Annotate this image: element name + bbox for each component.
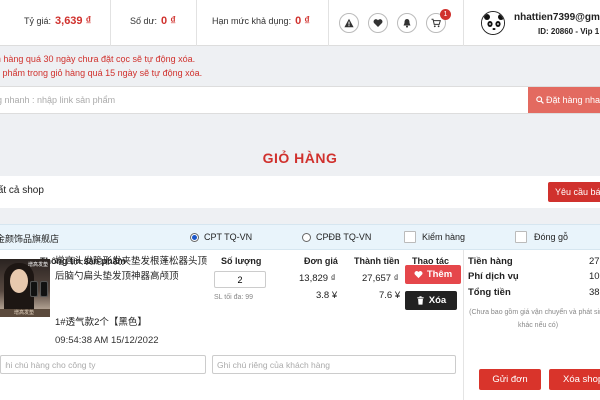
user-name[interactable]: nhattien7399@gmail — [514, 12, 600, 23]
shop-header: 金颜饰品旗舰店 CPT TQ-VN CPĐB TQ-VN Kiểm hàng Đ… — [0, 224, 600, 250]
total-amount-value: 38 — [589, 287, 600, 298]
divider — [463, 0, 464, 46]
checkbox-inspect[interactable] — [404, 231, 416, 243]
cart-icon[interactable]: 1 — [426, 9, 451, 33]
cart-count-badge: 1 — [440, 9, 451, 20]
send-order-button[interactable]: Gửi đơn — [479, 369, 541, 390]
heart-icon[interactable] — [368, 13, 388, 33]
checkbox-wood-packing[interactable] — [515, 231, 527, 243]
goods-amount-label: Tiền hàng — [468, 256, 513, 267]
option-cpdb-label: CPĐB TQ-VN — [316, 232, 372, 242]
notice-deposit: ơn hàng quá 30 ngày chưa đặt cọc sẽ tự đ… — [0, 54, 196, 64]
option-cpt-label: CPT TQ-VN — [204, 232, 253, 242]
thumbnail-tag: 增高发垫 — [28, 262, 49, 268]
balance-value: 0 ₫ — [161, 15, 176, 27]
heart-icon — [414, 271, 423, 279]
col-header-unit-price: Đơn giá — [304, 256, 338, 266]
product-added-time: 09:54:38 AM 15/12/2022 — [55, 335, 159, 346]
credit-limit-label: Hạn mức khả dụng: — [212, 16, 292, 26]
delete-item-button[interactable]: Xóa — [405, 291, 457, 310]
product-title[interactable]: 增高头发隐形发夹垫发根蓬松器头顶后脑勺扁头垫发顶神器高颅顶 — [55, 254, 207, 284]
radio-cpdb[interactable] — [302, 233, 311, 242]
exchange-rate-value: 3,639 ₫ — [55, 15, 92, 27]
quick-order-bar: Đặt hàng nha — [0, 86, 600, 114]
total-amount-label: Tổng tiền — [468, 287, 511, 298]
request-button[interactable]: Yêu cầu bá — [548, 182, 600, 202]
panda-avatar-icon — [482, 12, 504, 34]
unit-price-vnd: 13,829 ₫ — [299, 273, 336, 284]
goods-amount-value: 27 — [589, 256, 600, 267]
total-price-vnd: 27,657 ₫ — [362, 273, 399, 284]
user-id: ID: 20860 - Vip 1 — [538, 27, 600, 36]
divider — [328, 0, 329, 46]
company-note-input[interactable] — [0, 355, 206, 374]
add-item-button-label: Thêm — [426, 269, 453, 280]
product-variant: 1#透气款2个【黑色】 — [55, 317, 147, 328]
quick-order-button[interactable]: Đặt hàng nha — [528, 87, 600, 113]
option-wood-packing-label: Đóng gỗ — [534, 232, 569, 242]
add-item-button[interactable]: Thêm — [405, 265, 461, 284]
balance-label: Số dư: — [130, 16, 158, 26]
bell-icon[interactable] — [397, 13, 417, 33]
all-shop-row: tất cả shop Yêu cầu bá — [0, 176, 600, 208]
service-fee-value: 10 — [589, 271, 600, 282]
avatar[interactable] — [481, 11, 505, 35]
credit-limit-value: 0 ₫ — [295, 15, 310, 27]
top-bar: Tỷ giá: 3,639 ₫ Số dư: 0 ₫ Hạn mức khả dụn… — [0, 0, 600, 46]
page-title: GIỎ HÀNG — [262, 150, 338, 166]
unit-price-cny: 3.8 ¥ — [316, 290, 338, 301]
summary-note: (Chưa bao gồm giá vận chuyển và phát sin… — [469, 309, 600, 329]
quick-order-input[interactable] — [0, 87, 528, 113]
col-header-total: Thành tiền — [354, 256, 400, 266]
product-thumbnail[interactable]: 增高发垫 增高发垫 — [0, 259, 50, 317]
quantity-limit: SL tối đa: 99 — [214, 294, 254, 301]
radio-cpt[interactable] — [190, 233, 199, 242]
divider — [196, 0, 197, 46]
quantity-input[interactable] — [214, 271, 266, 288]
shop-name[interactable]: 金颜饰品旗舰店 — [0, 232, 59, 245]
notice-cart-expiry: ản phẩm trong giỏ hàng quá 15 ngày sẽ tự… — [0, 68, 203, 78]
quick-order-button-label: Đặt hàng nha — [546, 95, 600, 105]
trash-icon — [417, 296, 424, 305]
option-inspect-label: Kiểm hàng — [422, 232, 466, 242]
divider — [110, 0, 111, 46]
search-icon — [536, 88, 544, 113]
exchange-rate-label: Tỷ giá: — [24, 16, 52, 26]
thumbnail-label: 增高发垫 — [0, 309, 50, 317]
total-price-cny: 7.6 ¥ — [379, 290, 401, 301]
balance: Số dư: 0 ₫ — [130, 15, 176, 27]
delete-shop-button[interactable]: Xóa shop — [549, 369, 600, 390]
customer-note-input[interactable] — [212, 355, 456, 374]
credit-limit: Hạn mức khả dụng: 0 ₫ — [212, 15, 310, 27]
select-all-shop-label[interactable]: tất cả shop — [0, 185, 44, 196]
exchange-rate: Tỷ giá: 3,639 ₫ — [24, 15, 91, 27]
col-header-quantity: Số lượng — [221, 256, 262, 266]
service-fee-label: Phí dịch vụ — [468, 271, 519, 282]
delete-item-button-label: Xóa — [428, 295, 447, 306]
warning-icon[interactable] — [339, 13, 359, 33]
